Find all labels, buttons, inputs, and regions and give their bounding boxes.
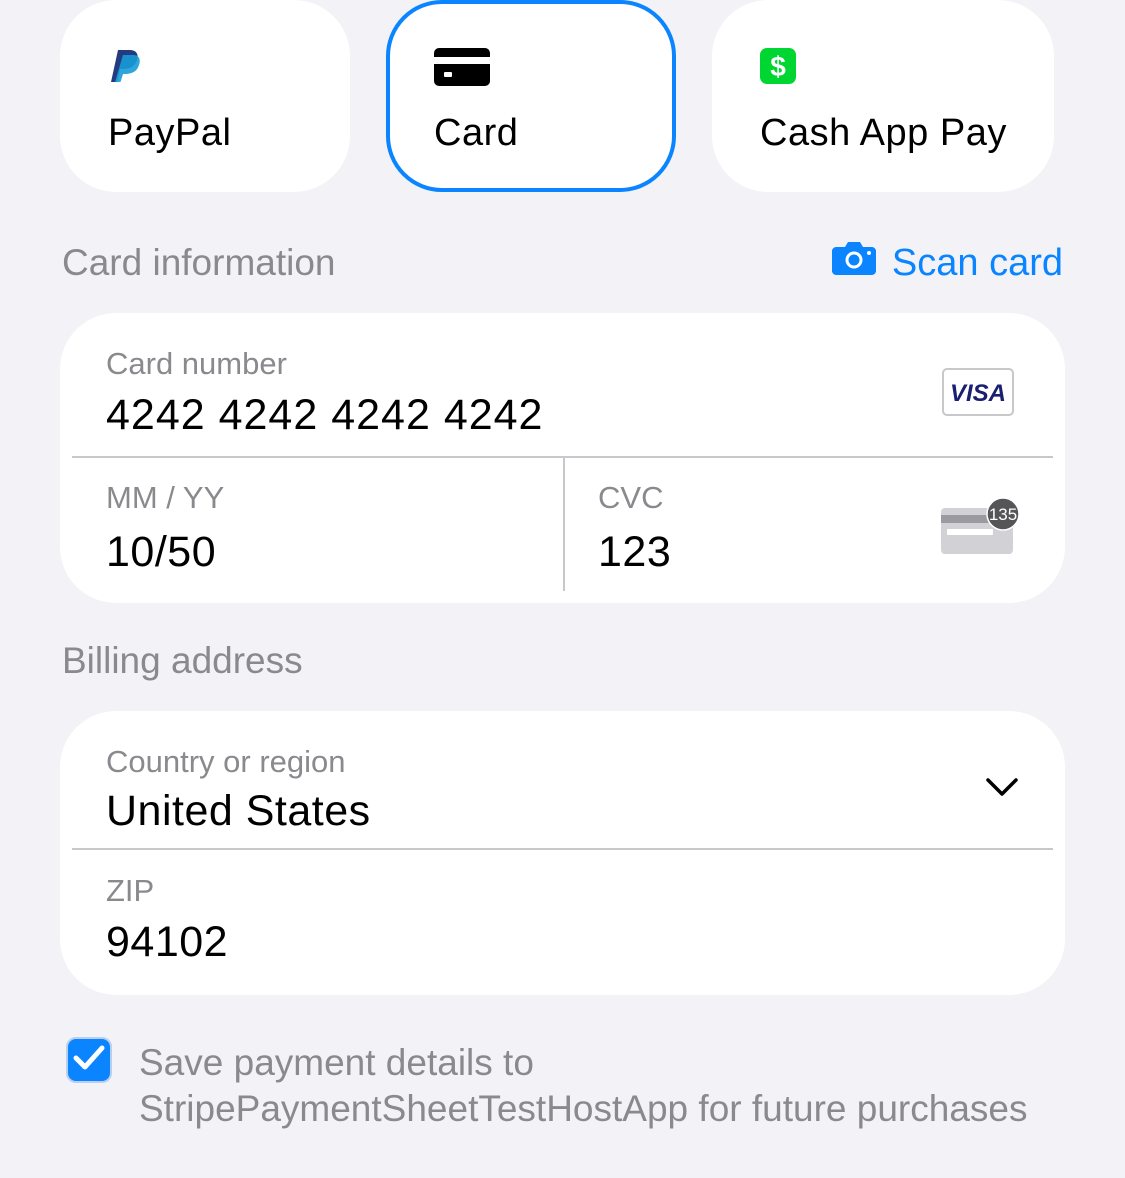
card-number-label: Card number bbox=[106, 346, 287, 381]
save-payment-label: Save payment details to StripePaymentShe… bbox=[139, 1042, 1028, 1129]
cvc-field[interactable]: CVC 123 135 bbox=[565, 458, 1065, 603]
zip-field[interactable]: ZIP 94102 bbox=[60, 850, 1065, 995]
save-payment-checkbox[interactable] bbox=[66, 1037, 112, 1083]
country-value: United States bbox=[106, 787, 371, 835]
billing-address-form: Country or region United States ZIP 9410… bbox=[60, 711, 1065, 995]
expiry-field[interactable]: MM / YY 10/50 bbox=[60, 458, 563, 603]
cash-app-icon: $ bbox=[760, 48, 796, 89]
card-number-field[interactable]: Card number 4242 4242 4242 4242 VISA bbox=[60, 313, 1065, 457]
card-number-value: 4242 4242 4242 4242 bbox=[106, 391, 544, 439]
cvc-label: CVC bbox=[598, 480, 664, 515]
chevron-down-icon bbox=[985, 776, 1019, 803]
scan-card-label: Scan card bbox=[891, 241, 1063, 284]
zip-value: 94102 bbox=[106, 918, 229, 966]
card-label: Card bbox=[434, 112, 519, 154]
country-label: Country or region bbox=[106, 744, 346, 779]
scan-card-button[interactable]: Scan card bbox=[831, 241, 1063, 285]
paypal-label: PayPal bbox=[108, 112, 232, 154]
payment-method-cash-app[interactable]: $ Cash App Pay bbox=[712, 0, 1054, 192]
expiry-value: 10/50 bbox=[106, 528, 217, 576]
payment-method-card[interactable]: Card bbox=[386, 0, 676, 192]
cvc-hint-text: 135 bbox=[989, 505, 1017, 524]
billing-address-title: Billing address bbox=[62, 640, 303, 681]
visa-icon: VISA bbox=[942, 368, 1014, 421]
paypal-icon bbox=[108, 48, 140, 89]
visa-badge-text: VISA bbox=[950, 380, 1006, 407]
cash-app-label: Cash App Pay bbox=[760, 112, 1007, 154]
cvc-value: 123 bbox=[598, 528, 672, 576]
card-information-title: Card information bbox=[62, 242, 336, 283]
zip-label: ZIP bbox=[106, 873, 155, 908]
cvc-card-icon: 135 bbox=[941, 496, 1025, 559]
country-select[interactable]: Country or region United States bbox=[60, 711, 1065, 849]
card-details-form: Card number 4242 4242 4242 4242 VISA MM … bbox=[60, 313, 1065, 603]
card-icon bbox=[434, 48, 490, 91]
payment-method-paypal[interactable]: PayPal bbox=[60, 0, 350, 192]
svg-text:$: $ bbox=[770, 51, 786, 82]
checkmark-icon bbox=[72, 1044, 106, 1077]
camera-icon bbox=[831, 241, 876, 285]
expiry-label: MM / YY bbox=[106, 480, 225, 515]
